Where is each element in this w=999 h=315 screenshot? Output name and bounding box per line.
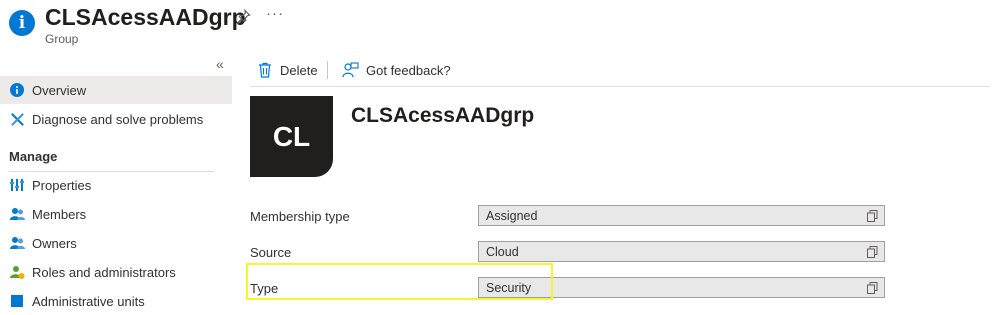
- group-info-icon: i: [9, 10, 35, 36]
- highlight-box: [246, 263, 553, 300]
- sidebar-item-label: Owners: [32, 235, 77, 251]
- sidebar-item-label: Administrative units: [32, 293, 145, 309]
- field-value: Assigned: [486, 208, 538, 223]
- section-header-manage: Manage: [9, 149, 58, 164]
- properties-icon: [9, 177, 25, 193]
- sidebar-item-properties[interactable]: Properties: [0, 171, 232, 199]
- copy-icon[interactable]: [867, 210, 878, 222]
- sidebar-item-overview[interactable]: Overview: [0, 76, 232, 104]
- source-field[interactable]: Cloud: [478, 241, 885, 262]
- copy-icon[interactable]: [867, 282, 878, 294]
- owners-icon: [9, 235, 25, 251]
- sidebar-item-label: Overview: [32, 82, 87, 98]
- sidebar-item-members[interactable]: Members: [0, 200, 232, 228]
- toolbar-divider: [250, 86, 990, 87]
- sidebar-item-label: Members: [32, 206, 87, 222]
- delete-button[interactable]: Delete: [258, 60, 318, 80]
- sidebar-item-label: Diagnose and solve problems: [32, 111, 204, 127]
- admin-units-icon: [9, 293, 25, 309]
- wrench-icon: [9, 111, 25, 127]
- field-value: Cloud: [486, 244, 519, 259]
- trash-icon: [258, 62, 272, 78]
- sidebar-item-diagnose[interactable]: Diagnose and solve problems: [0, 105, 232, 133]
- collapse-sidebar-button[interactable]: «: [216, 56, 224, 72]
- copy-icon[interactable]: [867, 246, 878, 258]
- pin-icon[interactable]: [236, 8, 251, 27]
- feedback-icon: [342, 62, 359, 78]
- sidebar-item-label: Roles and administrators: [32, 264, 176, 280]
- members-icon: [9, 206, 25, 222]
- page-subtitle: Group: [45, 32, 79, 46]
- toolbar-separator: [327, 61, 328, 79]
- sidebar-item-administrative-units[interactable]: Administrative units: [0, 287, 232, 315]
- property-label-membership-type: Membership type: [250, 209, 350, 224]
- info-icon: [9, 82, 25, 98]
- roles-icon: [9, 264, 25, 280]
- more-options-button[interactable]: ···: [266, 5, 284, 22]
- feedback-button[interactable]: Got feedback?: [342, 60, 451, 80]
- page-title: CLSAcessAADgrp: [45, 4, 246, 30]
- group-avatar: CL: [250, 96, 333, 177]
- property-label-source: Source: [250, 245, 292, 260]
- sidebar-item-label: Properties: [32, 177, 92, 193]
- membership-type-field[interactable]: Assigned: [478, 205, 885, 226]
- sidebar-item-owners[interactable]: Owners: [0, 229, 232, 257]
- group-name: CLSAcessAADgrp: [351, 104, 535, 127]
- delete-label: Delete: [280, 62, 318, 78]
- feedback-label: Got feedback?: [366, 62, 451, 78]
- sidebar-item-roles[interactable]: Roles and administrators: [0, 258, 232, 286]
